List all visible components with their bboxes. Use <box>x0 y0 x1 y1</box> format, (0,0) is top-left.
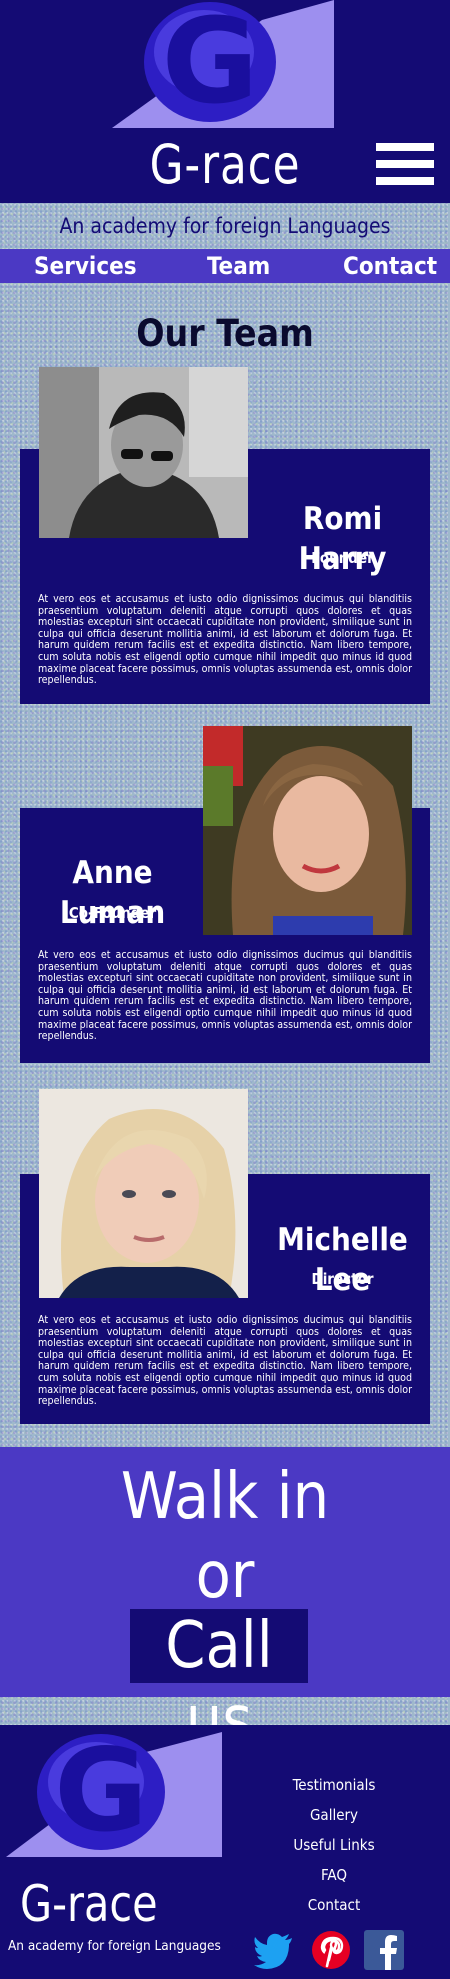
footer-link-contact[interactable]: Contact <box>286 1894 382 1916</box>
nav-team[interactable]: Team <box>207 249 270 283</box>
brand-name[interactable]: G-race <box>23 130 428 200</box>
g-logo-image[interactable]: G <box>6 1732 222 1857</box>
twitter-icon[interactable] <box>254 1930 294 1970</box>
section-title: Our Team <box>136 312 314 355</box>
footer-link-useful-links[interactable]: Useful Links <box>286 1834 382 1856</box>
cta-walk-in: Walk in <box>120 1460 330 1534</box>
nav-services[interactable]: Services <box>34 249 137 283</box>
cta-or: or <box>195 1539 255 1613</box>
member-bio: At vero eos et accusamus et iusto odio d… <box>38 949 412 1043</box>
member-photo-romi <box>39 367 248 538</box>
logo-letter: G <box>162 0 259 128</box>
footer-link-testimonials[interactable]: Testimonials <box>286 1774 382 1796</box>
member-role: Director <box>311 1270 374 1288</box>
member-bio: At vero eos et accusamus et iusto odio d… <box>38 593 412 687</box>
main-nav: Services Team Contact <box>0 249 450 283</box>
member-photo-anne <box>203 726 412 935</box>
member-role: Founder <box>311 549 374 567</box>
tagline: An academy for foreign Languages <box>59 214 391 238</box>
member-bio: At vero eos et accusamus et iusto odio d… <box>38 1314 412 1408</box>
facebook-icon[interactable] <box>364 1930 404 1970</box>
logo-letter: G <box>54 1732 148 1857</box>
call-us-button[interactable]: Call us <box>130 1609 308 1757</box>
hamburger-menu-icon[interactable] <box>376 143 434 185</box>
footer-link-faq[interactable]: FAQ <box>286 1864 382 1886</box>
nav-contact[interactable]: Contact <box>343 249 437 283</box>
member-photo-michelle <box>39 1089 248 1298</box>
footer-link-gallery[interactable]: Gallery <box>286 1804 382 1826</box>
g-logo-image[interactable]: G <box>112 0 334 128</box>
pinterest-icon[interactable] <box>311 1930 351 1970</box>
member-role: Co-Founder <box>68 904 157 922</box>
footer-brand-name: G-race <box>20 1875 158 1933</box>
footer-tagline: An academy for foreign Languages <box>8 1938 221 1954</box>
